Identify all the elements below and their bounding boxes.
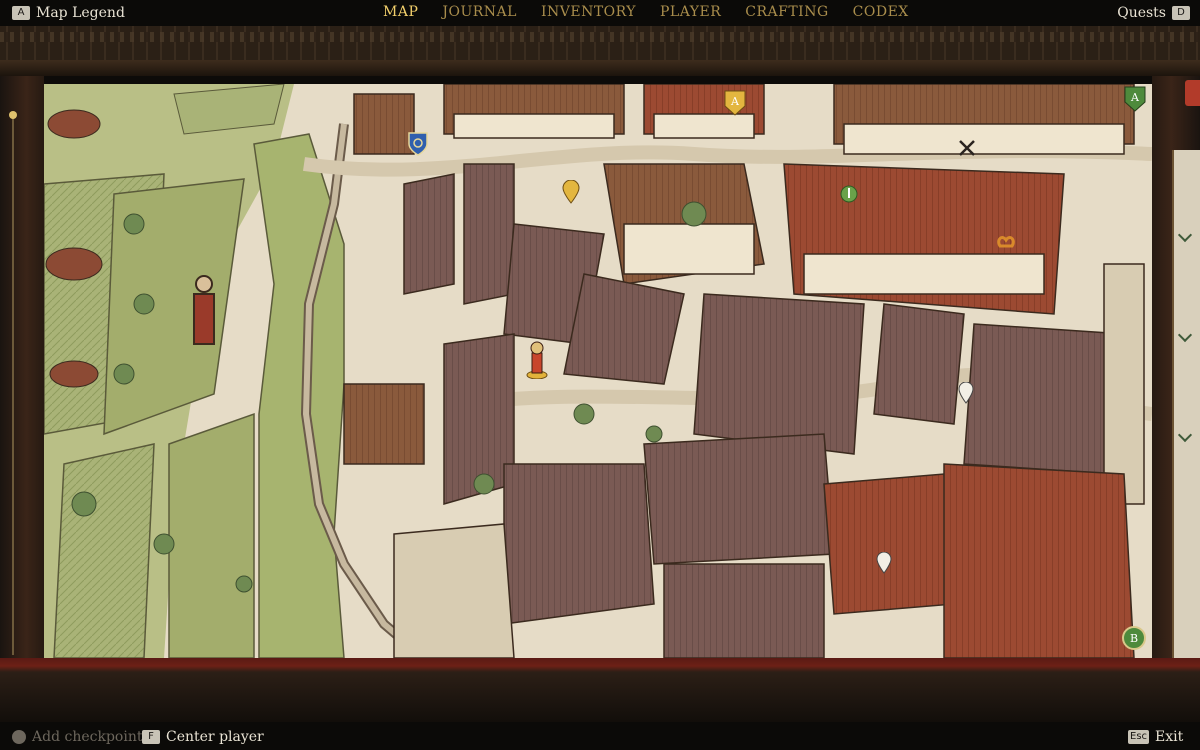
bottom-bar: Add checkpoint F Center player Esc Exit	[0, 722, 1200, 750]
key-esc-hint: Esc	[1128, 730, 1150, 744]
tab-codex[interactable]: CODEX	[853, 3, 909, 21]
zoom-slider-track[interactable]	[12, 115, 14, 655]
top-bar: A Map Legend MAP JOURNAL INVENTORY PLAYE…	[0, 0, 1200, 26]
tab-journal[interactable]: JOURNAL	[442, 3, 517, 21]
exit-button[interactable]: Esc Exit	[1128, 729, 1183, 745]
crossed-hammers-icon[interactable]	[957, 138, 977, 158]
chevron-icon	[1177, 227, 1193, 243]
mouse-icon	[12, 730, 26, 744]
quest-a-letter: A	[730, 95, 740, 108]
quests-label: Quests	[1117, 5, 1166, 21]
pretzel-icon[interactable]	[996, 232, 1016, 250]
player-marker-icon[interactable]	[526, 339, 548, 379]
center-player-label: Center player	[166, 729, 264, 745]
waypoint-pin-icon[interactable]	[958, 382, 974, 404]
tab-player[interactable]: PLAYER	[660, 3, 721, 21]
location-pin-icon[interactable]	[562, 180, 580, 204]
tab-inventory[interactable]: INVENTORY	[541, 3, 636, 21]
center-player-button[interactable]: F Center player	[142, 729, 264, 745]
quest-panel-tab[interactable]	[1185, 80, 1200, 106]
frame-left	[0, 76, 44, 662]
map-illustration	[44, 84, 1152, 658]
ornamental-frame-top	[0, 26, 1200, 76]
chevron-icon	[1177, 327, 1193, 343]
map-legend-button[interactable]: A Map Legend	[12, 5, 125, 21]
key-d-hint: D	[1172, 6, 1190, 20]
tab-map[interactable]: MAP	[383, 3, 418, 21]
add-checkpoint-button[interactable]: Add checkpoint	[12, 729, 142, 745]
blue-shield-icon[interactable]	[408, 132, 428, 156]
alchemy-flask-icon[interactable]	[839, 184, 859, 204]
zoom-slider-handle[interactable]	[9, 111, 17, 119]
waypoint-pin-icon[interactable]	[876, 552, 892, 574]
town-map[interactable]: A A B	[44, 84, 1152, 658]
quest-side-panel[interactable]	[1172, 150, 1200, 660]
key-a-hint: A	[12, 6, 30, 20]
add-checkpoint-label: Add checkpoint	[32, 729, 143, 745]
exit-label: Exit	[1155, 729, 1184, 745]
quest-marker-a-icon[interactable]: A	[724, 90, 746, 116]
chevron-icon	[1177, 427, 1193, 443]
quest-marker-b-icon[interactable]: B	[1122, 626, 1146, 650]
main-tabs: MAP JOURNAL INVENTORY PLAYER CRAFTING CO…	[383, 3, 933, 21]
key-f-hint: F	[142, 730, 160, 744]
quests-button[interactable]: Quests D	[1117, 5, 1190, 21]
quest-a-letter-green: A	[1130, 91, 1140, 104]
map-legend-label: Map Legend	[36, 5, 125, 21]
quest-b-letter: B	[1130, 632, 1138, 645]
quest-marker-a-green-icon[interactable]: A	[1124, 86, 1146, 112]
ornamental-frame-bottom	[0, 658, 1200, 722]
tab-crafting[interactable]: CRAFTING	[745, 3, 828, 21]
